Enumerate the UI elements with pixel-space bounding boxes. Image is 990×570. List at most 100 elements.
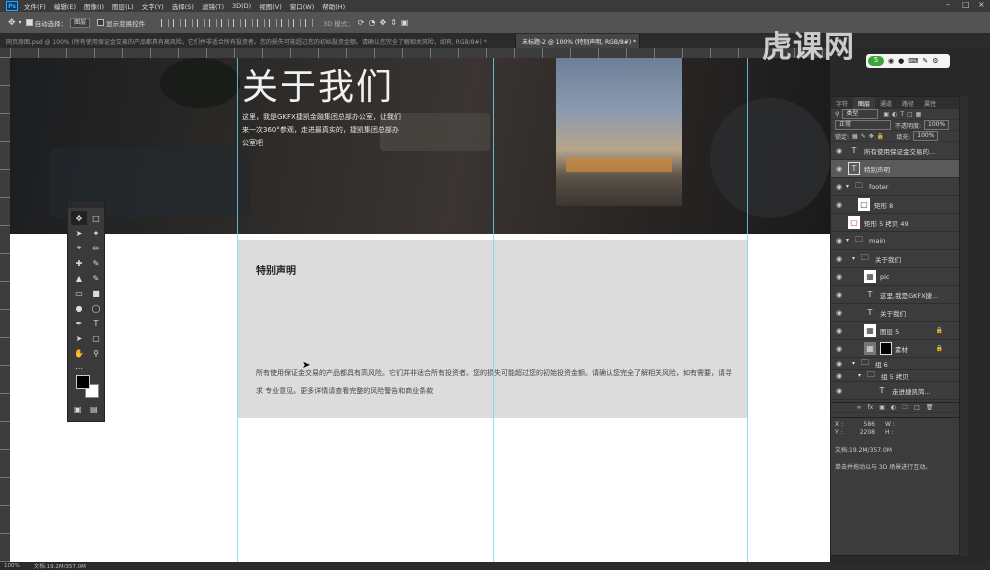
tab-character[interactable]: 字符 xyxy=(831,97,853,109)
trash-icon[interactable]: 🗑 xyxy=(926,404,934,411)
eraser-tool-icon[interactable]: ▭ xyxy=(71,286,87,300)
eye-icon[interactable]: ◉ xyxy=(834,201,844,209)
layer-row[interactable]: ◉ ▾ 🗀 footer xyxy=(831,178,959,196)
record-icon[interactable]: ● xyxy=(898,57,904,65)
new-layer-icon[interactable]: □ xyxy=(914,404,920,411)
tab-paths[interactable]: 路径 xyxy=(897,97,919,109)
tab-properties[interactable]: 属性 xyxy=(919,97,941,109)
fx-icon[interactable]: fx xyxy=(868,404,874,411)
eye-icon[interactable]: ◉ xyxy=(834,183,844,191)
brush-tool-icon[interactable]: ✎ xyxy=(88,256,104,270)
eyedropper-tool-icon[interactable]: ✏ xyxy=(88,241,104,255)
lock-paint-icon[interactable]: ✎ xyxy=(861,133,866,140)
layer-row[interactable]: ◉ ▢ 矩形 8 xyxy=(831,196,959,214)
adjustment-layer-icon[interactable]: ◐ xyxy=(891,404,896,411)
scale-3d-icon[interactable]: ▣ xyxy=(401,18,409,27)
gradient-tool-icon[interactable]: ■ xyxy=(88,286,104,300)
menu-edit[interactable]: 编辑(E) xyxy=(54,1,76,11)
eye-icon[interactable]: ◉ xyxy=(834,147,844,155)
lock-position-icon[interactable]: ✥ xyxy=(869,133,874,140)
layer-row[interactable]: ▢ 矩形 5 拷贝 49 xyxy=(831,214,959,232)
align-middle-icon[interactable] xyxy=(173,18,182,27)
layer-row[interactable]: ◉ ▦ 图层 5 🔒 xyxy=(831,322,959,340)
menu-filter[interactable]: 滤镜(T) xyxy=(202,1,224,11)
filter-pixel-icon[interactable]: ▣ xyxy=(883,111,889,118)
align-top-icon[interactable] xyxy=(161,18,170,27)
layer-filter-dropdown[interactable]: 类型 xyxy=(842,109,879,119)
eye-icon[interactable]: ◉ xyxy=(834,345,844,353)
eye-icon[interactable]: ◉ xyxy=(834,372,844,380)
recording-toolbar[interactable]: 5 ◉ ● ⌨ ✎ ⚙ xyxy=(866,54,950,68)
vertical-ruler[interactable] xyxy=(0,48,10,562)
distribute-left-icon[interactable] xyxy=(269,18,278,27)
hand-tool-icon[interactable]: ✋ xyxy=(71,346,87,360)
chevron-down-icon[interactable]: ▾ xyxy=(19,19,22,26)
pin-icon[interactable]: ✎ xyxy=(922,57,928,65)
quick-mask-icon[interactable]: ▣ xyxy=(74,405,82,414)
horizontal-ruler[interactable] xyxy=(10,48,830,58)
menu-type[interactable]: 文字(Y) xyxy=(142,1,164,11)
layer-row[interactable]: ◉ ▦ pic xyxy=(831,268,959,286)
eye-icon[interactable]: ◉ xyxy=(834,255,844,263)
new-group-icon[interactable]: 🗀 xyxy=(902,403,908,413)
dodge-tool-icon[interactable]: ◯ xyxy=(88,301,104,315)
clone-stamp-icon[interactable]: ▲ xyxy=(71,271,87,285)
align-right-icon[interactable] xyxy=(221,18,230,27)
eye-icon[interactable]: ◉ xyxy=(834,360,844,368)
filter-adjust-icon[interactable]: ◐ xyxy=(892,111,897,118)
menu-view[interactable]: 视图(V) xyxy=(259,1,282,11)
tab-layers[interactable]: 图层 xyxy=(853,97,876,109)
orbit-3d-icon[interactable]: ⟳ xyxy=(358,18,365,27)
rectangle-tool-icon[interactable]: ▢ xyxy=(88,331,104,345)
close-icon[interactable]: × xyxy=(978,0,985,9)
crop-tool-icon[interactable]: ⌖ xyxy=(71,241,87,255)
layer-row[interactable]: ◉ T 关于我们 xyxy=(831,304,959,322)
filter-type-icon[interactable]: T xyxy=(900,111,904,118)
chevron-down-icon[interactable]: ▾ xyxy=(846,183,849,190)
menu-window[interactable]: 窗口(W) xyxy=(290,1,315,11)
eye-icon[interactable]: ◉ xyxy=(834,387,844,395)
move-tool-icon[interactable]: ✥ xyxy=(71,211,87,225)
distribute-right-icon[interactable] xyxy=(293,18,302,27)
zoom-tool-icon[interactable]: ⚲ xyxy=(88,346,104,360)
screen-mode-icon[interactable]: ▤ xyxy=(90,405,98,414)
tab-original-psd[interactable]: 网页原图.psd @ 100% (所有使用保证金交易的产品都具有高风险。它们并非… xyxy=(0,34,516,48)
type-tool-icon[interactable]: T xyxy=(88,316,104,330)
add-mask-icon[interactable]: ▣ xyxy=(879,404,885,411)
marquee-tool-icon[interactable]: □ xyxy=(88,211,104,225)
healing-brush-icon[interactable]: ✚ xyxy=(71,256,87,270)
auto-align-icon[interactable] xyxy=(305,18,314,27)
foreground-background-color-swatch[interactable] xyxy=(76,375,100,399)
move-tool-icon[interactable]: ✥ xyxy=(8,18,16,28)
align-center-icon[interactable] xyxy=(209,18,218,27)
filter-smart-icon[interactable]: ▦ xyxy=(916,111,922,118)
more-tools-icon[interactable]: ⋯ xyxy=(71,361,87,375)
layer-row[interactable]: ◉ ▾ 🗀 关于我们 xyxy=(831,250,959,268)
align-bottom-icon[interactable] xyxy=(185,18,194,27)
tab-untitled-2[interactable]: 未标题-2 @ 100% (特别声明, RGB/8#) * xyxy=(516,34,640,48)
settings-icon[interactable]: ⚙ xyxy=(932,57,938,65)
chevron-down-icon[interactable]: ▾ xyxy=(846,237,849,244)
lasso-tool-icon[interactable]: ➤ xyxy=(71,226,87,240)
menu-help[interactable]: 帮助(H) xyxy=(322,1,345,11)
zoom-level[interactable]: 100% xyxy=(4,563,20,569)
align-left-icon[interactable] xyxy=(197,18,206,27)
layer-row[interactable]: ◉ ▾ 🗀 组 5 拷贝 xyxy=(831,370,959,382)
layer-row[interactable]: ◉ ▾ 🗀 组 6 xyxy=(831,358,959,370)
lock-pixels-icon[interactable]: ▦ xyxy=(852,133,858,140)
eye-icon[interactable]: ◉ xyxy=(834,309,844,317)
auto-select-checkbox[interactable] xyxy=(25,19,33,26)
filter-shape-icon[interactable]: ▢ xyxy=(907,111,913,118)
layers-scrollbar[interactable] xyxy=(960,96,968,556)
pan-3d-icon[interactable]: ✥ xyxy=(379,18,386,27)
menu-image[interactable]: 图像(I) xyxy=(84,1,104,11)
distribute-center-icon[interactable] xyxy=(281,18,290,27)
document-canvas[interactable]: 关于我们 这里，我是GKFX捷凯金融集团总部办公室，让我们来一次360°参观，走… xyxy=(10,58,830,562)
keyboard-icon[interactable]: ⌨ xyxy=(908,57,918,65)
layer-row[interactable]: ◉ ▾ 🗀 main xyxy=(831,232,959,250)
chevron-down-icon[interactable]: ▾ xyxy=(858,372,861,379)
blend-mode-dropdown[interactable]: 正常 xyxy=(835,120,891,130)
opacity-input[interactable]: 100% xyxy=(924,120,950,130)
layer-row[interactable]: ◉ T 所有使用保证金交易的... xyxy=(831,142,959,160)
eye-icon[interactable]: ◉ xyxy=(834,327,844,335)
